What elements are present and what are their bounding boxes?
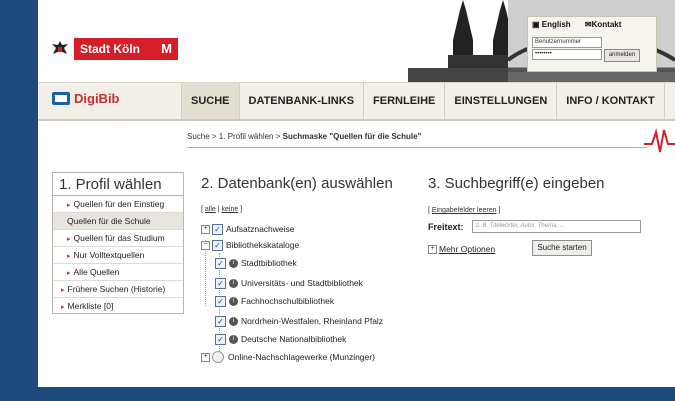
search-button[interactable]: Suche starten <box>532 240 592 256</box>
tree-node-fh: ✓ i Fachhochschulbibliothek <box>215 294 334 308</box>
history-link[interactable]: ▸ Frühere Suchen (Historie) <box>53 281 183 298</box>
tab-fernleihe[interactable]: FERNLEIHE <box>363 83 444 119</box>
breadcrumb-current: Suchmaske "Quellen für die Schule" <box>282 132 422 141</box>
arrow-icon: ▸ <box>61 304 65 311</box>
tree-node-stadtbibliothek: ✓ i Stadtbibliothek <box>215 256 297 270</box>
checkbox-usb[interactable]: ✓ <box>215 277 226 289</box>
tab-info-kontakt[interactable]: INFO / KONTAKT <box>556 83 665 119</box>
info-icon[interactable]: i <box>229 258 238 268</box>
password-field[interactable]: •••••••• <box>532 49 602 60</box>
profile-item-volltext[interactable]: ▸ Nur Volltextquellen <box>53 247 183 264</box>
checkbox-kataloge[interactable]: ✓ <box>212 239 223 251</box>
arrow-icon: ▸ <box>67 236 71 243</box>
checkbox-stadtbibliothek[interactable]: ✓ <box>215 257 226 269</box>
watchlist-link[interactable]: ▸ Merkliste [0] <box>53 298 183 314</box>
profile-item-schule[interactable]: Quellen für die Schule <box>53 213 183 230</box>
freetext-label: Freitext: <box>428 222 464 232</box>
checkbox-fh[interactable]: ✓ <box>215 295 226 307</box>
stadt-koeln-logo[interactable]: Stadt Köln M <box>50 36 178 62</box>
lock-icon <box>212 351 224 363</box>
tree-node-nrw: ✓ i Nordrhein-Westfalen, Rheinland Pfalz <box>215 314 383 328</box>
select-links: [ alle | keine ] <box>201 206 243 213</box>
nav-tabs: SUCHE DATENBANK-LINKS FERNLEIHE EINSTELL… <box>181 83 665 119</box>
freetext-input[interactable]: z. B. Titelwörter, Autor, Thema, ... <box>472 220 641 233</box>
profile-item-einstieg[interactable]: ▸ Quellen für den Einstieg <box>53 196 183 213</box>
tab-einstellungen[interactable]: EINSTELLUNGEN <box>444 83 556 119</box>
collapse-icon[interactable]: − <box>201 240 210 250</box>
checkbox-nrw[interactable]: ✓ <box>215 315 226 327</box>
tab-suche[interactable]: SUCHE <box>181 83 239 119</box>
checkbox-aufsatz[interactable]: ✓ <box>212 223 223 235</box>
login-button[interactable]: anmelden <box>604 49 640 62</box>
tab-datenbank-links[interactable]: DATENBANK-LINKS <box>238 83 364 119</box>
arrow-icon: ▸ <box>67 253 71 260</box>
koeln-mark-icon: M <box>161 41 172 56</box>
profile-item-studium[interactable]: ▸ Quellen für das Studium <box>53 230 183 247</box>
main-navbar: DigiBib SUCHE DATENBANK-LINKS FERNLEIHE … <box>38 82 675 121</box>
arrow-icon: ▸ <box>67 270 71 277</box>
reset-fields-link[interactable]: [ Eingabefelder leeren ] <box>428 207 500 214</box>
step1-title: 1. Profil wählen <box>53 173 183 196</box>
contact-link[interactable]: ✉Kontakt <box>585 20 627 29</box>
arrow-icon: ▸ <box>67 202 71 209</box>
tree-node-dnb: ✓ i Deutsche Nationalbibliothek <box>215 332 346 346</box>
tree-node-kataloge: − ✓ Bibliothekskataloge <box>201 238 299 252</box>
profile-item-alle[interactable]: ▸ Alle Quellen <box>53 264 183 281</box>
info-icon[interactable]: i <box>229 334 238 344</box>
arrow-icon: ▸ <box>61 287 65 294</box>
tree-node-usb: ✓ i Universitäts- und Stadtbibliothek <box>215 276 363 290</box>
header-banner: Stadt Köln M ▣ English ✉Kontakt Benutzern… <box>38 0 675 82</box>
divider-line <box>187 147 647 148</box>
more-options-link[interactable]: + Mehr Optionen <box>428 244 495 255</box>
select-all-link[interactable]: alle <box>205 206 216 213</box>
info-icon[interactable]: i <box>229 296 238 306</box>
info-icon[interactable]: i <box>229 278 238 288</box>
language-links: ▣ English ✉Kontakt <box>532 20 633 29</box>
breadcrumb: Suche > 1. Profil wählen > Suchmaske "Qu… <box>187 132 422 141</box>
step3-title: 3. Suchbegriff(e) eingeben <box>428 175 605 192</box>
digibib-logo[interactable]: DigiBib <box>52 91 120 106</box>
english-link[interactable]: ▣ English <box>532 20 577 29</box>
info-icon[interactable]: i <box>229 316 238 326</box>
select-none-link[interactable]: keine <box>222 206 239 213</box>
login-box: ▣ English ✉Kontakt Benutzernummer ••••••… <box>527 16 657 72</box>
step2-title: 2. Datenbank(en) auswählen <box>201 175 393 192</box>
monitor-icon <box>52 92 70 105</box>
city-label: Stadt Köln M <box>74 38 178 60</box>
tree-node-aufsatz: + ✓ Aufsatznachweise <box>201 222 295 236</box>
user-number-field[interactable]: Benutzernummer <box>532 37 602 48</box>
pulse-logo-icon <box>644 128 675 153</box>
eagle-emblem-icon <box>52 41 68 54</box>
page: Stadt Köln M ▣ English ✉Kontakt Benutzern… <box>38 0 675 387</box>
checkbox-dnb[interactable]: ✓ <box>215 333 226 345</box>
profile-panel: 1. Profil wählen ▸ Quellen für den Einsti… <box>52 172 184 314</box>
expand-icon: + <box>428 245 437 255</box>
tree-node-munzinger: + Online-Nachschlagewerke (Munzinger) <box>201 350 375 364</box>
expand-icon[interactable]: + <box>201 352 210 362</box>
expand-icon[interactable]: + <box>201 224 210 234</box>
